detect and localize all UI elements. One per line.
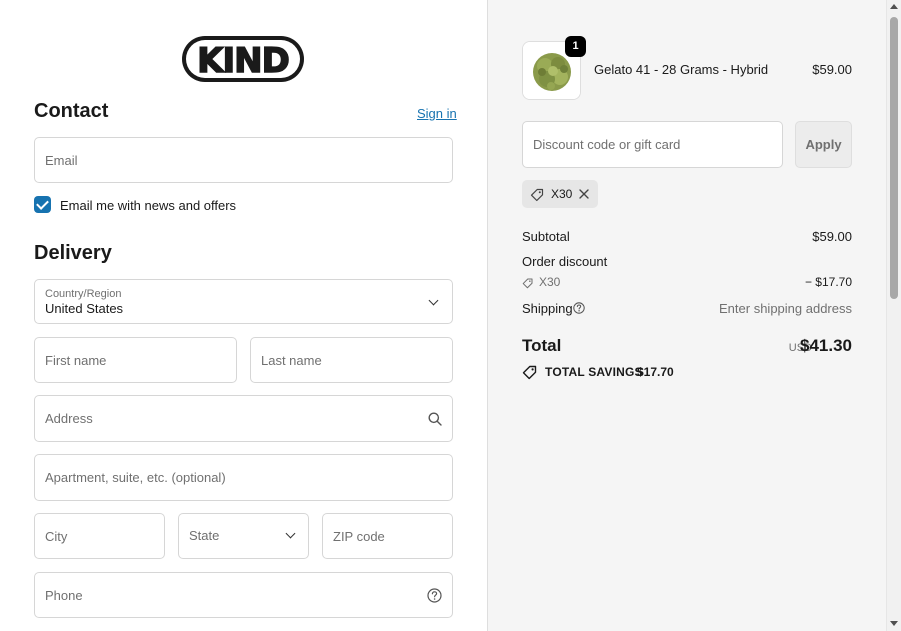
subtotal-value: $59.00 xyxy=(812,229,852,244)
product-name: Gelato 41 - 28 Grams - Hybrid xyxy=(594,62,769,77)
city-field[interactable] xyxy=(34,513,165,559)
chevron-down-icon xyxy=(428,295,439,306)
tag-icon xyxy=(530,188,544,202)
scroll-down-arrow-icon[interactable] xyxy=(890,621,898,626)
last-name-field[interactable] xyxy=(250,337,453,383)
phone-field[interactable] xyxy=(34,572,453,618)
discount-value: − $17.70 xyxy=(804,275,852,289)
page-scrollbar[interactable] xyxy=(886,0,901,631)
tag-icon xyxy=(522,278,533,289)
kind-logo: KIND xyxy=(182,36,304,82)
country-select[interactable]: Country/Region United States xyxy=(34,279,453,324)
shipping-label: Shipping xyxy=(522,301,573,316)
chevron-down-icon xyxy=(285,528,296,539)
address-field[interactable] xyxy=(34,395,453,442)
state-select[interactable]: State xyxy=(178,513,309,559)
checkout-form-pane: KIND Contact Sign in Email me with news … xyxy=(0,0,487,631)
first-name-input[interactable] xyxy=(35,338,236,382)
applied-code-label: X30 xyxy=(551,187,573,201)
shipping-value: Enter shipping address xyxy=(719,301,852,316)
help-circle-icon[interactable] xyxy=(427,588,442,603)
product-price: $59.00 xyxy=(812,62,852,77)
phone-input[interactable] xyxy=(35,573,452,617)
total-label: Total xyxy=(522,336,562,355)
discount-input[interactable] xyxy=(523,122,782,167)
state-label: State xyxy=(189,528,220,543)
country-label: Country/Region xyxy=(45,288,122,300)
sign-in-link[interactable]: Sign in xyxy=(417,106,457,121)
applied-discount-chip: X30 xyxy=(522,180,598,208)
apartment-field[interactable] xyxy=(34,454,453,501)
discount-code-label: X30 xyxy=(539,275,561,289)
newsletter-checkbox[interactable] xyxy=(34,196,51,213)
email-input[interactable] xyxy=(35,138,452,182)
search-icon xyxy=(428,412,442,426)
address-input[interactable] xyxy=(35,396,452,441)
zip-field[interactable] xyxy=(322,513,453,559)
first-name-field[interactable] xyxy=(34,337,237,383)
discount-field[interactable] xyxy=(522,121,783,168)
total-value: $41.30 xyxy=(800,336,852,355)
order-discount-label: Order discount xyxy=(522,254,608,269)
subtotal-label: Subtotal xyxy=(522,229,570,244)
apply-button[interactable]: Apply xyxy=(795,121,852,168)
last-name-input[interactable] xyxy=(251,338,452,382)
help-circle-icon[interactable] xyxy=(573,302,585,314)
email-field[interactable] xyxy=(34,137,453,183)
scroll-thumb[interactable] xyxy=(890,17,898,299)
total-savings-label: TOTAL SAVINGS xyxy=(545,365,643,379)
city-input[interactable] xyxy=(35,514,164,558)
close-icon[interactable] xyxy=(579,189,589,199)
savings-tag-icon xyxy=(522,365,537,380)
country-value: United States xyxy=(45,301,124,316)
zip-input[interactable] xyxy=(323,514,452,558)
svg-text:KIND: KIND xyxy=(197,41,289,81)
quantity-badge: 1 xyxy=(565,36,586,57)
newsletter-label: Email me with news and offers xyxy=(60,198,237,213)
apartment-input[interactable] xyxy=(35,455,452,500)
delivery-heading: Delivery xyxy=(34,242,112,264)
total-savings-value: $17.70 xyxy=(637,365,674,379)
scroll-up-arrow-icon[interactable] xyxy=(890,4,898,9)
contact-heading: Contact xyxy=(34,100,109,122)
